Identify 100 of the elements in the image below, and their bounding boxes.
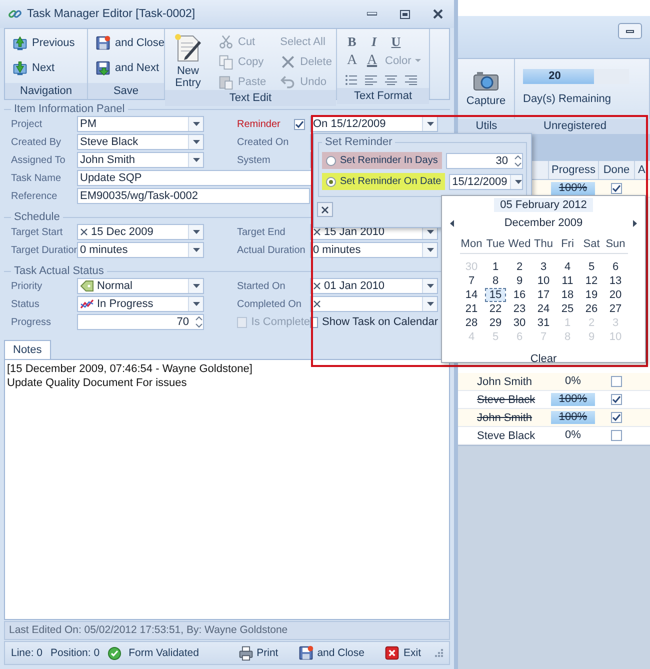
column-header[interactable]: A <box>634 161 650 179</box>
calendar-day[interactable]: 14 <box>462 289 481 301</box>
calendar-day[interactable]: 27 <box>606 303 625 315</box>
text-field[interactable]: EM90035/wg/Task-0002 <box>77 188 310 204</box>
format-button[interactable]: U <box>389 34 403 50</box>
checkbox[interactable] <box>610 430 622 441</box>
dropdown-button[interactable] <box>422 279 437 293</box>
column-header[interactable]: Done <box>598 161 634 179</box>
calendar-day[interactable]: 8 <box>489 275 502 287</box>
status-button[interactable]: and Close <box>292 644 370 662</box>
calendar-day[interactable]: 2 <box>513 261 526 273</box>
calendar-day[interactable]: 24 <box>534 303 553 315</box>
calendar-day[interactable]: 16 <box>510 289 529 301</box>
column-header[interactable]: Progress <box>548 161 598 179</box>
number-field[interactable]: 70 <box>77 314 204 330</box>
dropdown-button[interactable] <box>188 117 203 131</box>
ribbon-button[interactable]: and Next <box>92 59 168 76</box>
dropdown-button[interactable] <box>188 243 203 257</box>
dropdown-button[interactable] <box>188 225 203 239</box>
calendar-day[interactable]: 3 <box>537 261 550 273</box>
ribbon-button[interactable]: and Close <box>92 34 168 51</box>
dropdown-button[interactable] <box>510 174 522 188</box>
date-field[interactable]: 01 Jan 2010 <box>310 278 438 294</box>
calendar-day[interactable]: 21 <box>462 303 481 315</box>
calendar-day[interactable]: 23 <box>510 303 529 315</box>
calendar-day[interactable]: 31 <box>534 317 553 329</box>
calendar-day[interactable]: 13 <box>606 275 625 287</box>
dropdown-button[interactable] <box>188 135 203 149</box>
ribbon-button[interactable]: Previous <box>9 34 78 51</box>
clear-icon[interactable] <box>313 228 321 236</box>
clear-icon[interactable] <box>80 228 88 236</box>
calendar-day[interactable]: 4 <box>561 261 574 273</box>
next-month-button[interactable] <box>633 220 637 226</box>
dropdown-button[interactable] <box>188 279 203 293</box>
radio-option[interactable]: Set Reminder In Days <box>322 152 442 169</box>
align-center-icon[interactable] <box>385 74 397 84</box>
calendar-day[interactable]: 6 <box>609 261 622 273</box>
calendar-day[interactable]: 22 <box>486 303 505 315</box>
calendar-day[interactable]: 15 <box>486 289 505 301</box>
dropdown-field[interactable]: 0 minutes <box>310 242 438 258</box>
dropdown-button[interactable] <box>422 117 437 131</box>
calendar-day[interactable]: 7 <box>465 275 478 287</box>
checkbox[interactable] <box>610 412 622 423</box>
align-left-icon[interactable] <box>365 74 377 84</box>
dropdown-button[interactable] <box>422 297 437 311</box>
calendar-day[interactable]: 1 <box>489 261 502 273</box>
calendar-day[interactable]: 28 <box>462 317 481 329</box>
today-date[interactable]: 05 February 2012 <box>494 198 593 212</box>
list-icon[interactable] <box>345 74 357 86</box>
checkbox[interactable] <box>610 183 622 194</box>
clear-icon[interactable] <box>313 300 321 308</box>
calendar-day[interactable]: 20 <box>606 289 625 301</box>
calendar-day[interactable]: 10 <box>534 275 553 287</box>
dropdown-button[interactable] <box>422 243 437 257</box>
calendar-day[interactable]: 29 <box>486 317 505 329</box>
clear-icon[interactable] <box>313 282 321 290</box>
ribbon-button[interactable]: Next <box>9 59 78 76</box>
dropdown-button[interactable] <box>188 153 203 167</box>
dropdown-field[interactable]: Normal <box>77 278 204 294</box>
status-button[interactable]: Print <box>232 644 284 662</box>
dropdown-field[interactable]: 0 minutes <box>77 242 204 258</box>
align-right-icon[interactable] <box>405 74 417 84</box>
dropdown-field[interactable]: On 15/12/2009 <box>310 116 438 132</box>
dropdown-field[interactable]: John Smith <box>77 152 204 168</box>
dropdown-field[interactable]: PM <box>77 116 204 132</box>
format-button[interactable]: B <box>345 34 359 50</box>
spin-arrows-icon[interactable] <box>195 316 203 328</box>
calendar-day[interactable]: 12 <box>582 275 601 287</box>
new-entry-button[interactable]: New Entry <box>169 33 207 90</box>
calendar-day[interactable]: 5 <box>585 261 598 273</box>
calendar-day[interactable]: 26 <box>582 303 601 315</box>
format-button[interactable]: I <box>367 34 381 50</box>
clear-button[interactable]: Clear <box>524 352 563 366</box>
dropdown-field[interactable]: Steve Black <box>77 134 204 150</box>
calendar-day[interactable]: 19 <box>582 289 601 301</box>
minimize-button[interactable] <box>618 23 642 39</box>
checkbox[interactable] <box>610 376 622 387</box>
date-field[interactable]: 15 Dec 2009 <box>77 224 204 240</box>
previous-month-button[interactable] <box>450 220 454 226</box>
dropdown-button[interactable] <box>188 297 203 311</box>
radio-option[interactable]: Set Reminder On Date <box>322 173 446 190</box>
calendar-day[interactable]: 18 <box>558 289 577 301</box>
dropdown-field[interactable]: In Progress <box>77 296 204 312</box>
date-field[interactable] <box>310 296 438 312</box>
resize-grip-icon[interactable] <box>435 649 443 657</box>
calendar-day[interactable]: 11 <box>558 275 576 287</box>
spin-arrows-icon[interactable] <box>514 154 522 166</box>
calendar-day[interactable]: 17 <box>534 289 553 301</box>
maximize-button[interactable] <box>397 7 413 21</box>
status-button[interactable]: Exit <box>378 644 427 662</box>
close-button[interactable] <box>317 202 333 217</box>
font-button[interactable]: A <box>365 52 379 68</box>
notes-tab[interactable]: Notes <box>4 340 51 359</box>
font-button[interactable]: A <box>345 52 359 68</box>
calendar-day[interactable]: 9 <box>513 275 526 287</box>
checkbox[interactable] <box>294 118 305 130</box>
checkbox[interactable] <box>610 394 622 405</box>
calendar-day[interactable]: 25 <box>558 303 577 315</box>
number-field[interactable]: 30 <box>446 152 523 168</box>
date-field[interactable]: 15/12/2009 <box>449 174 523 190</box>
